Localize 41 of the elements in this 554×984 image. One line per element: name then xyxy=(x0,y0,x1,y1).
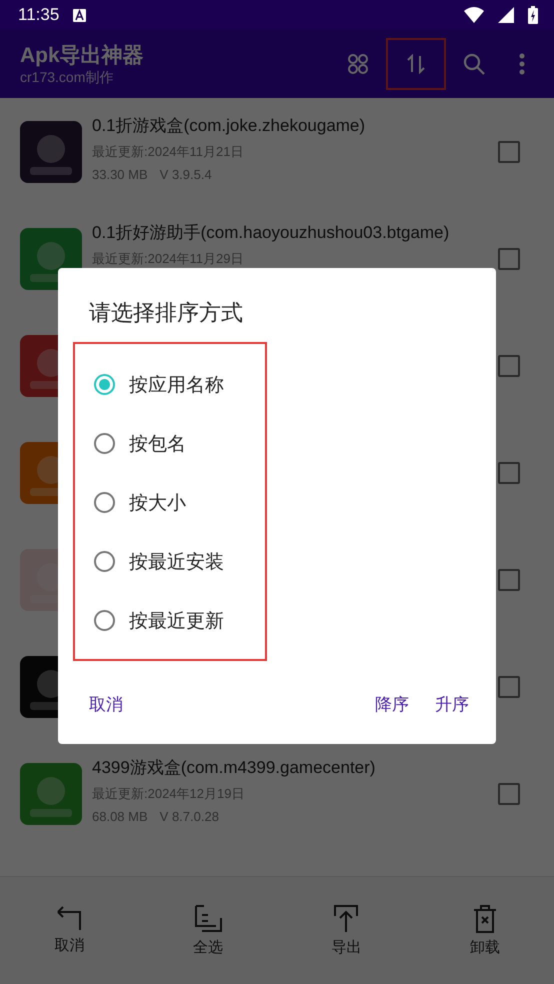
upload-icon xyxy=(333,904,360,934)
sort-button[interactable] xyxy=(388,40,444,88)
app-name: 0.1折好游助手(com.haoyouzhushou03.btgame) xyxy=(92,222,450,244)
battery-icon xyxy=(528,6,538,24)
app-icon xyxy=(20,762,82,824)
checkbox[interactable] xyxy=(498,782,520,804)
more-icon xyxy=(519,53,525,75)
app-name: 0.1折游戏盒(com.joke.zhekougame) xyxy=(92,115,366,137)
radio-option[interactable]: 按包名 xyxy=(75,414,265,473)
ascending-button[interactable]: 升序 xyxy=(422,684,482,724)
wifi-icon xyxy=(464,7,484,23)
cancel-button[interactable]: 取消 xyxy=(76,684,136,724)
option-label: 按包名 xyxy=(129,432,186,456)
option-label: 按大小 xyxy=(129,490,186,516)
sort-icon xyxy=(406,54,426,74)
app-subtitle: cr173.com制作 xyxy=(20,69,114,87)
notification-icon xyxy=(73,8,86,22)
checkbox[interactable] xyxy=(498,248,520,270)
option-label: 按最近安装 xyxy=(129,550,224,574)
checkbox[interactable] xyxy=(498,462,520,484)
search-icon xyxy=(462,52,486,76)
radio-option[interactable]: 按应用名称 xyxy=(75,355,265,414)
checkbox[interactable] xyxy=(498,140,520,162)
option-label: 按最近更新 xyxy=(129,608,224,634)
radio-option[interactable]: 按大小 xyxy=(75,473,265,532)
status-time: 11:35 xyxy=(18,5,60,25)
app-title: Apk导出神器 xyxy=(20,43,145,69)
option-label: 按应用名称 xyxy=(129,372,224,398)
checkbox[interactable] xyxy=(498,676,520,698)
select-all-icon xyxy=(192,904,223,934)
signal-icon xyxy=(498,7,514,23)
app-name: 4399游戏盒(com.m4399.gamecenter) xyxy=(92,757,376,779)
radio-option[interactable]: 按最近更新 xyxy=(75,591,265,650)
grid-icon xyxy=(347,53,369,75)
descending-button[interactable]: 降序 xyxy=(362,684,422,724)
checkbox[interactable] xyxy=(498,568,520,590)
app-icon xyxy=(20,120,82,182)
radio-option[interactable]: 按最近安装 xyxy=(75,532,265,591)
dialog-title: 请选择排序方式 xyxy=(89,300,244,328)
trash-icon xyxy=(472,904,498,934)
checkbox[interactable] xyxy=(498,354,520,376)
